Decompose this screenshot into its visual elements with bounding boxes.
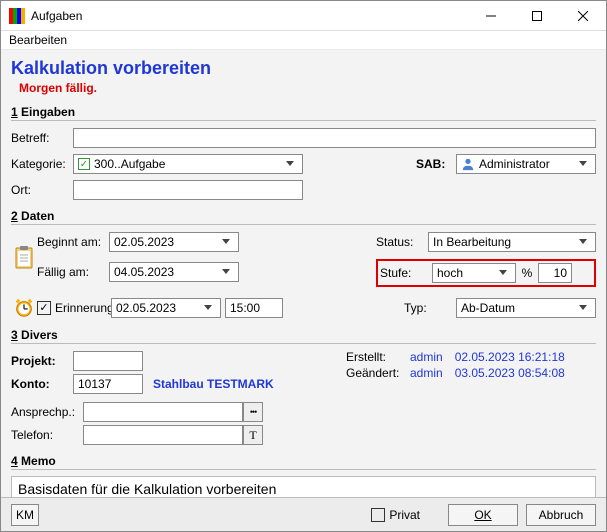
memo-text[interactable]: Basisdaten für die Kalkulation vorbereit… [11, 476, 596, 497]
typ-select[interactable]: Ab-Datum [456, 298, 596, 318]
erinnerung-checkbox[interactable]: ✓ [37, 301, 51, 315]
check-icon: ✓ [78, 158, 90, 170]
konto-input[interactable] [73, 374, 143, 394]
label-geaendert: Geändert: [346, 366, 398, 380]
app-icon [9, 8, 25, 24]
menu-bar: Bearbeiten [1, 31, 606, 50]
telefon-input[interactable] [83, 425, 243, 445]
chevron-down-icon [200, 305, 216, 311]
label-ort: Ort: [11, 183, 73, 197]
label-projekt: Projekt: [11, 354, 73, 368]
projekt-input[interactable] [73, 351, 143, 371]
konto-name-link[interactable]: Stahlbau TESTMARK [153, 377, 274, 391]
ansprech-input[interactable] [83, 402, 243, 422]
label-faellig: Fällig am: [37, 265, 109, 279]
faellig-date[interactable]: 04.05.2023 [109, 262, 239, 282]
menu-edit[interactable]: Bearbeiten [9, 33, 67, 47]
section-daten: 2 Daten [11, 209, 596, 225]
chevron-down-icon [575, 239, 591, 245]
sab-select[interactable]: Administrator [456, 154, 596, 174]
ort-input[interactable] [73, 180, 303, 200]
user-icon [461, 157, 475, 171]
content-area: Kalkulation vorbereiten Morgen fällig. 1… [1, 50, 606, 497]
close-button[interactable] [560, 1, 606, 31]
changed-by: admin [410, 366, 443, 380]
subject-input[interactable] [73, 128, 596, 148]
chevron-down-icon [495, 270, 511, 276]
alarm-icon [13, 297, 35, 319]
label-status: Status: [376, 235, 428, 249]
km-button[interactable]: KM [11, 504, 39, 526]
clipboard-icon [14, 246, 34, 270]
stufe-highlight: Stufe: hoch % [376, 259, 596, 287]
label-typ: Typ: [404, 301, 456, 315]
label-betreff: Betreff: [11, 131, 73, 145]
kategorie-select[interactable]: ✓ 300..Aufgabe [73, 154, 303, 174]
changed-at: 03.05.2023 08:54:08 [455, 366, 565, 380]
status-select[interactable]: In Bearbeitung [428, 232, 596, 252]
section-memo: 4 Memo [11, 454, 596, 470]
page-title: Kalkulation vorbereiten [11, 58, 596, 79]
label-kategorie: Kategorie: [11, 157, 73, 171]
percent-input[interactable] [538, 263, 572, 283]
ansprech-picker-button[interactable]: ••• [243, 402, 263, 422]
stufe-select[interactable]: hoch [432, 263, 516, 283]
label-telefon: Telefon: [11, 428, 83, 442]
window-title: Aufgaben [31, 9, 468, 23]
due-notice: Morgen fällig. [19, 81, 596, 95]
label-konto: Konto: [11, 377, 73, 391]
label-beginnt: Beginnt am: [37, 235, 109, 249]
beginnt-date[interactable]: 02.05.2023 [109, 232, 239, 252]
chevron-down-icon [282, 161, 298, 167]
title-bar: Aufgaben [1, 1, 606, 31]
privat-checkbox[interactable]: Privat [371, 508, 420, 522]
chevron-down-icon [218, 269, 234, 275]
telefon-t-button[interactable]: T [243, 425, 263, 445]
created-at: 02.05.2023 16:21:18 [455, 350, 565, 364]
chevron-down-icon [218, 239, 234, 245]
label-ansprech: Ansprechp.: [11, 405, 83, 419]
minimize-button[interactable] [468, 1, 514, 31]
label-percent: % [516, 266, 538, 280]
ok-button[interactable]: OK [448, 504, 518, 526]
section-eingaben: 1 Eingaben [11, 105, 596, 121]
erinnerung-time[interactable]: 15:00 [225, 298, 283, 318]
label-sab: SAB: [416, 157, 456, 171]
label-stufe: Stufe: [380, 266, 432, 280]
chevron-down-icon [575, 305, 591, 311]
cancel-button[interactable]: Abbruch [526, 504, 596, 526]
section-divers: 3 Divers [11, 328, 596, 344]
chevron-down-icon [575, 161, 591, 167]
erinnerung-date[interactable]: 02.05.2023 [111, 298, 221, 318]
created-by: admin [410, 350, 443, 364]
label-erstellt: Erstellt: [346, 350, 398, 364]
footer-bar: KM Privat OK Abbruch [1, 497, 606, 531]
label-erinnerung: Erinnerung [55, 301, 111, 315]
maximize-button[interactable] [514, 1, 560, 31]
